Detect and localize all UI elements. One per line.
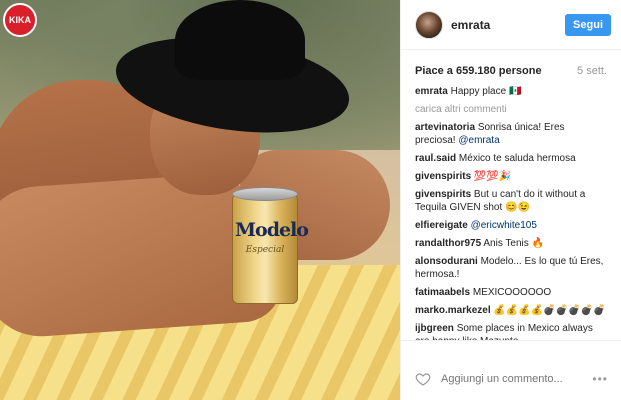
photo-hat-crown bbox=[175, 0, 305, 80]
comment-row: fatimaabels MEXICOOOOOO bbox=[415, 286, 607, 299]
load-more-comments-link[interactable]: carica altri commenti bbox=[415, 103, 607, 116]
comment-user[interactable]: marko.markezel bbox=[415, 305, 491, 316]
post-photo[interactable]: Modelo Especial KIKA bbox=[0, 0, 400, 400]
comment-text: 💰💰💰💰💣💣💣💣💣 bbox=[493, 305, 606, 316]
comment-user[interactable]: fatimaabels bbox=[415, 287, 470, 298]
post-username[interactable]: emrata bbox=[451, 18, 565, 32]
beer-can-sub: Especial bbox=[245, 245, 285, 255]
comment-row: givenspirits But u can't do it without a… bbox=[415, 188, 607, 214]
comment-user[interactable]: ijbgreen bbox=[415, 323, 454, 334]
comment-text: MEXICOOOOOO bbox=[472, 287, 552, 298]
caption-text: Happy place 🇲🇽 bbox=[450, 86, 522, 97]
comment-user[interactable]: elfiereigate bbox=[415, 220, 468, 231]
heart-icon[interactable] bbox=[415, 371, 431, 387]
watermark-logo: KIKA bbox=[3, 3, 37, 37]
beer-can-brand: Modelo bbox=[235, 219, 309, 241]
add-comment-bar: ••• bbox=[401, 358, 621, 400]
comment-row: randalthor975 Anis Tenis 🔥 bbox=[415, 237, 607, 250]
beer-can-top bbox=[232, 187, 298, 201]
avatar[interactable] bbox=[415, 10, 443, 39]
comment-row: artevinatoria Sonrisa única! Eres precio… bbox=[415, 121, 607, 147]
follow-button[interactable]: Segui bbox=[565, 13, 611, 36]
post-meta: Piace a 659.180 persone 5 sett. bbox=[401, 50, 621, 83]
comment-text: México te saluda hermosa bbox=[458, 153, 576, 164]
likes-count[interactable]: Piace a 659.180 persone bbox=[415, 65, 542, 77]
comment-mention-link[interactable]: @emrata bbox=[458, 135, 499, 146]
comment-row: givenspirits 💯💯🎉 bbox=[415, 170, 607, 183]
add-comment-input[interactable] bbox=[439, 372, 593, 386]
comments-list[interactable]: emrata Happy place 🇲🇽 carica altri comme… bbox=[401, 83, 621, 341]
caption: emrata Happy place 🇲🇽 bbox=[415, 85, 607, 98]
comment-row: alonsodurani Modelo... Es lo que tú Eres… bbox=[415, 255, 607, 281]
post-header: emrata Segui bbox=[401, 0, 621, 50]
comment-row: marko.markezel 💰💰💰💰💣💣💣💣💣 bbox=[415, 304, 607, 317]
comment-row: ijbgreen Some places in Mexico always ar… bbox=[415, 322, 607, 340]
comment-user[interactable]: givenspirits bbox=[415, 189, 471, 200]
comment-row: elfiereigate @ericwhite105 bbox=[415, 219, 607, 232]
comment-user[interactable]: alonsodurani bbox=[415, 256, 478, 267]
comment-row: raul.said México te saluda hermosa bbox=[415, 152, 607, 165]
comment-mention-link[interactable]: @ericwhite105 bbox=[471, 220, 537, 231]
comment-user[interactable]: randalthor975 bbox=[415, 238, 481, 249]
more-options-icon[interactable]: ••• bbox=[592, 372, 608, 386]
comment-user[interactable]: artevinatoria bbox=[415, 122, 475, 133]
post-date[interactable]: 5 sett. bbox=[577, 65, 607, 77]
post-side-panel: emrata Segui Piace a 659.180 persone 5 s… bbox=[400, 0, 621, 400]
comment-text: 💯💯🎉 bbox=[473, 171, 512, 182]
caption-user[interactable]: emrata bbox=[415, 86, 448, 97]
comment-text: Anis Tenis 🔥 bbox=[483, 238, 544, 249]
comment-user[interactable]: raul.said bbox=[415, 153, 456, 164]
beer-can: Modelo Especial bbox=[232, 187, 309, 304]
comment-user[interactable]: givenspirits bbox=[415, 171, 471, 182]
